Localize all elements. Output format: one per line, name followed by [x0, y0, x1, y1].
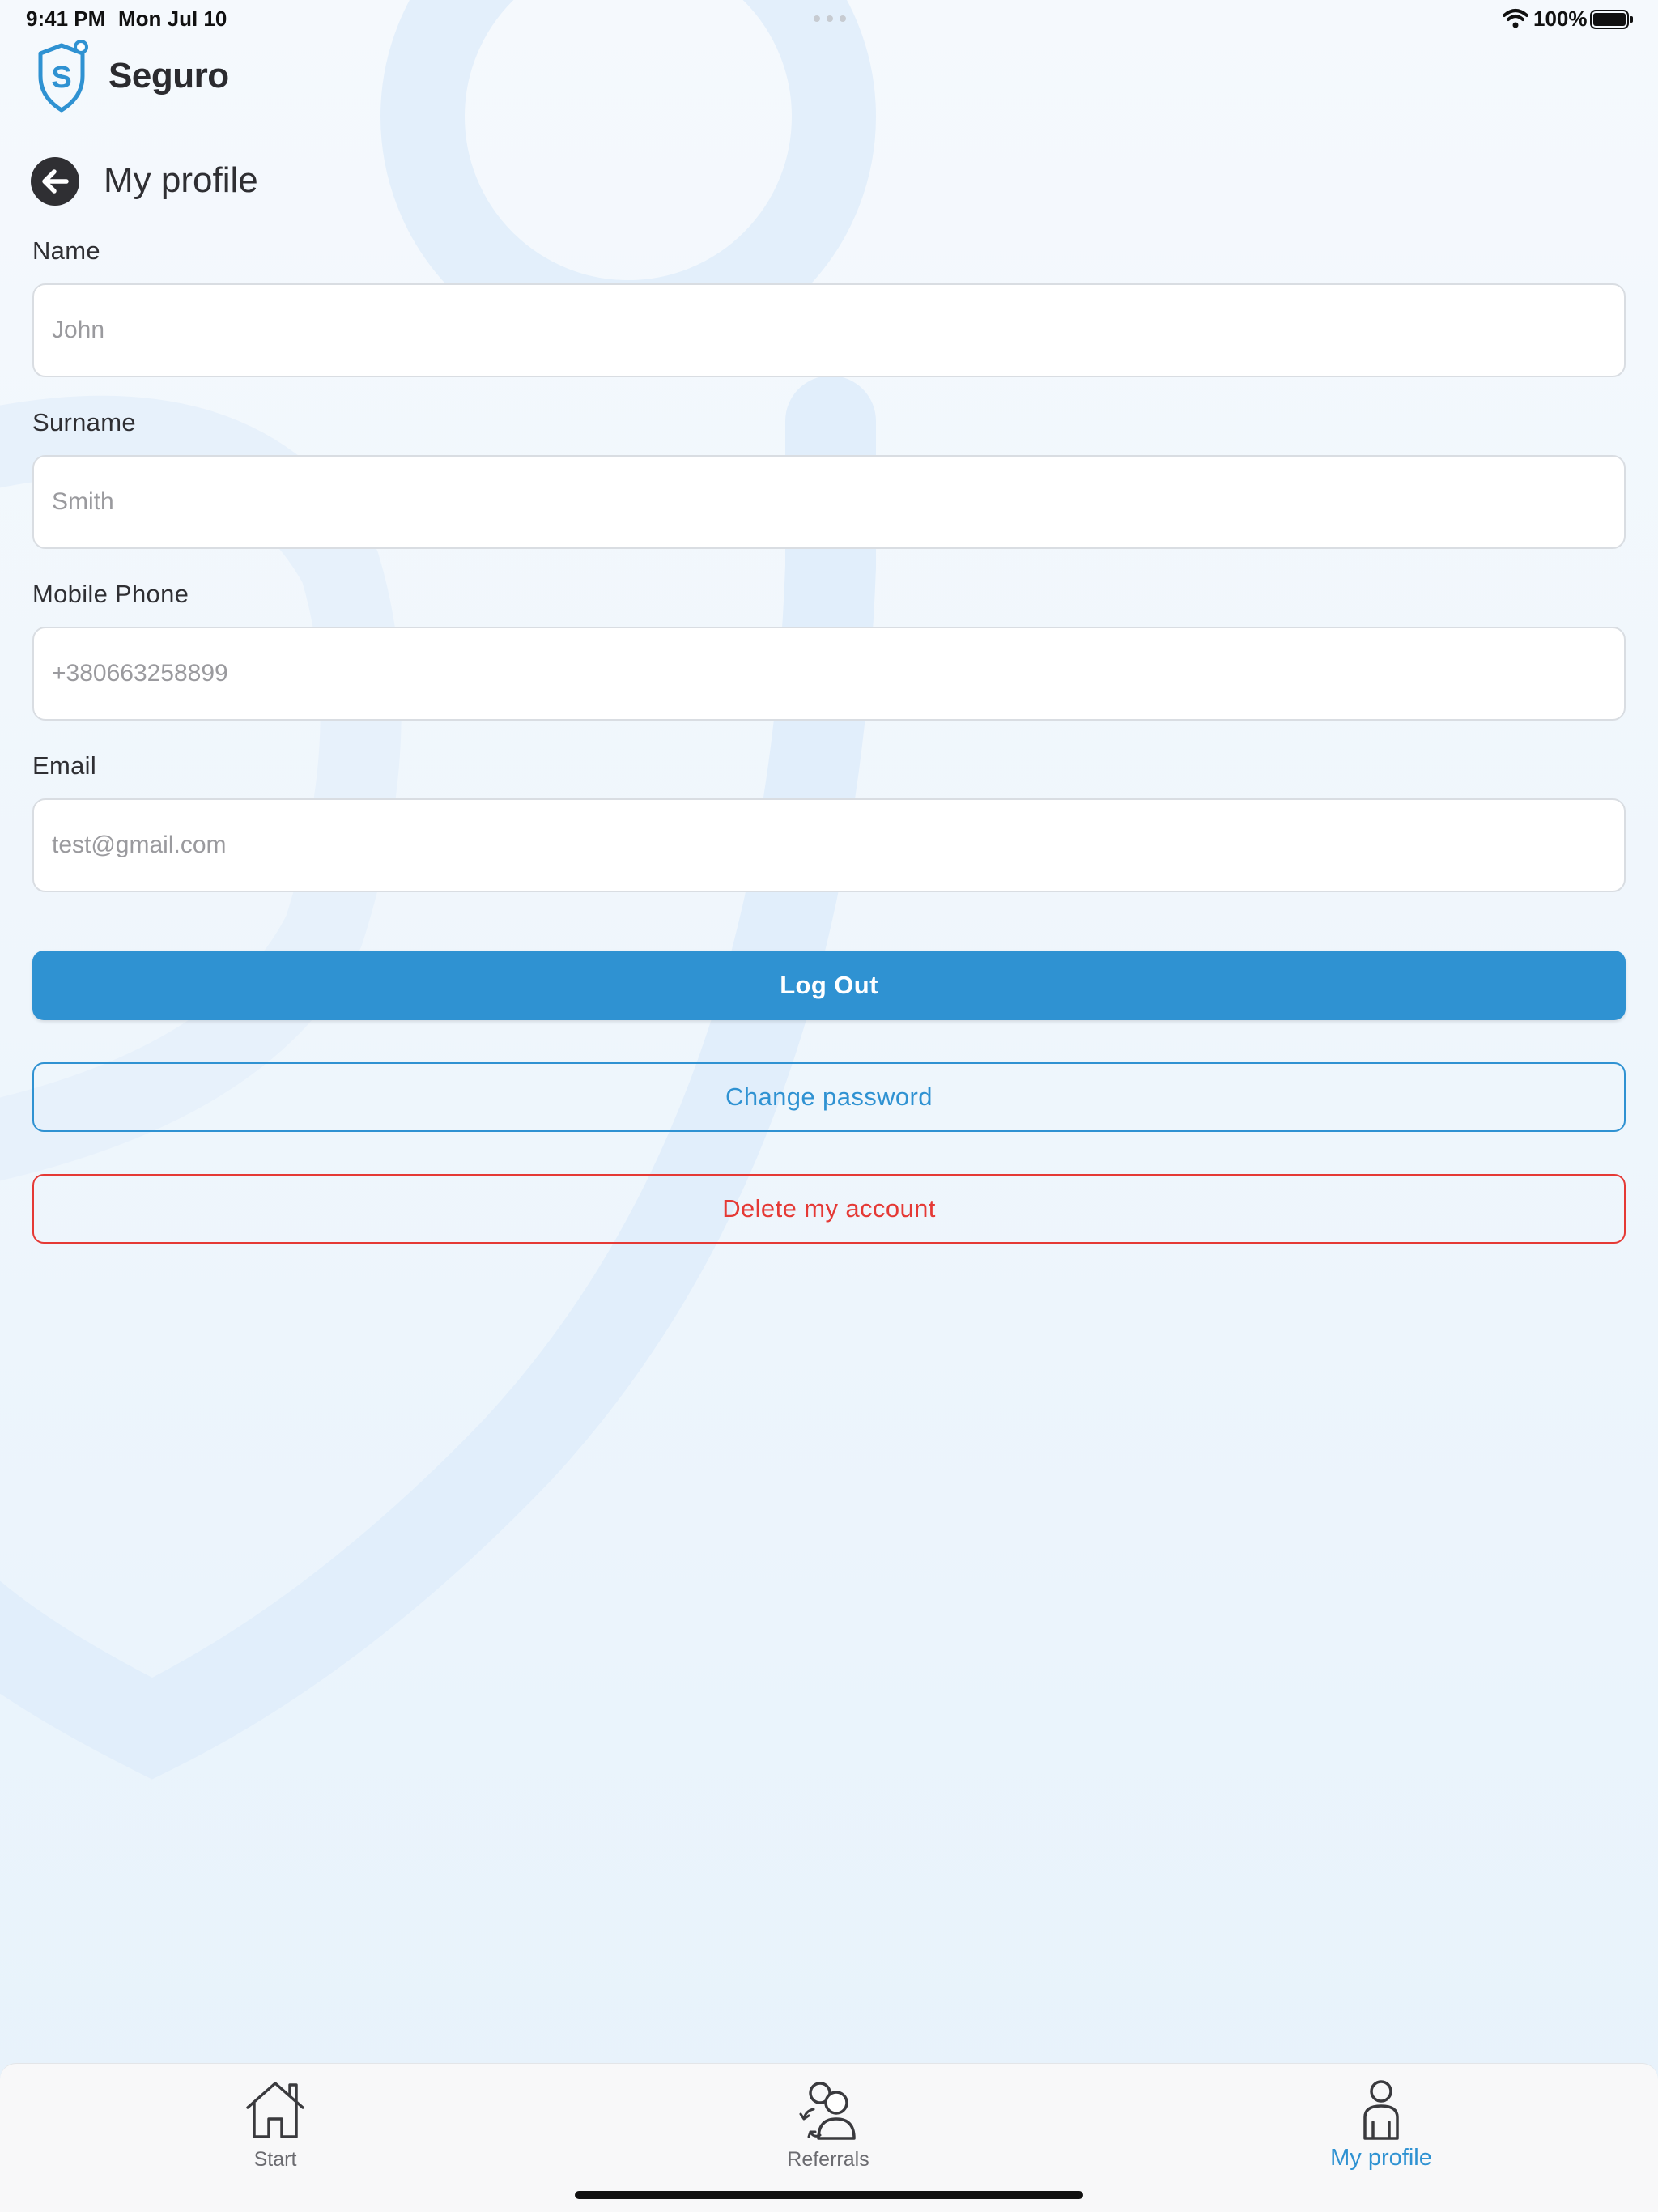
status-time: 9:41 PM [26, 6, 106, 31]
battery-icon [1590, 10, 1633, 29]
tab-start-label: Start [253, 2148, 297, 2171]
arrow-left-icon [42, 169, 69, 194]
tab-bar: Start Referrals My profile [0, 2063, 1658, 2212]
delete-account-button[interactable]: Delete my account [32, 1174, 1626, 1244]
status-date: Mon Jul 10 [118, 6, 227, 31]
page-title: My profile [104, 160, 258, 200]
mobile-phone-label: Mobile Phone [32, 580, 189, 608]
wifi-icon [1503, 9, 1528, 28]
back-button[interactable] [31, 157, 79, 206]
tab-referrals-label: Referrals [787, 2148, 869, 2171]
tab-referrals[interactable]: Referrals [707, 2064, 950, 2185]
shield-logo-icon: S [38, 40, 88, 113]
svg-text:S: S [51, 61, 71, 95]
logo-text: Seguro [108, 56, 229, 96]
log-out-button[interactable]: Log Out [32, 951, 1626, 1020]
email-label: Email [32, 751, 97, 780]
email-input[interactable] [32, 798, 1626, 892]
change-password-button[interactable]: Change password [32, 1062, 1626, 1132]
battery-percent: 100% [1533, 6, 1588, 31]
name-label: Name [32, 236, 100, 265]
surname-label: Surname [32, 408, 136, 436]
status-bar: 9:41 PM Mon Jul 10 100% [0, 0, 1658, 39]
name-input[interactable] [32, 283, 1626, 377]
tab-my-profile-label: My profile [1330, 2145, 1432, 2171]
home-icon [246, 2082, 304, 2138]
home-indicator [575, 2191, 1083, 2199]
app-logo: S Seguro [31, 39, 229, 113]
profile-icon [1363, 2080, 1399, 2140]
mobile-phone-input[interactable] [32, 627, 1626, 721]
multitasking-dots-icon[interactable] [813, 15, 847, 23]
tab-start[interactable]: Start [154, 2064, 397, 2185]
referrals-icon [799, 2082, 856, 2140]
surname-input[interactable] [32, 455, 1626, 549]
tab-my-profile[interactable]: My profile [1260, 2064, 1503, 2185]
